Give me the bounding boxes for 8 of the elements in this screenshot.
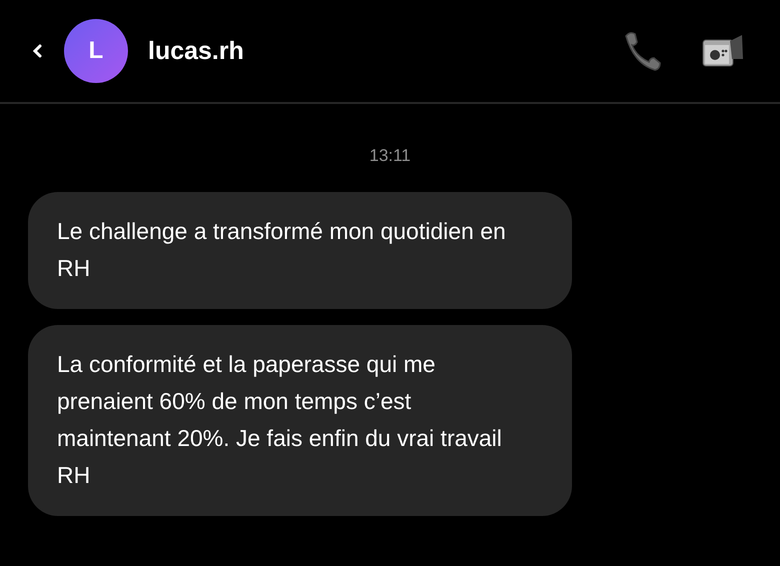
video-camera-icon[interactable] — [702, 33, 744, 69]
avatar: L — [64, 19, 128, 83]
timestamp: 13:11 — [368, 146, 412, 166]
back-icon[interactable] — [32, 44, 42, 58]
message-bubble: La conformité et la paperasse qui me prenaient 60% de mon temps c’est maintenant 20%. Je fais enfin du vrai travail RH — [28, 325, 572, 516]
phone-icon[interactable] — [622, 30, 664, 72]
contact-name: lucas.rh — [148, 36, 244, 66]
message-bubble: Le challenge a transformé mon quotidien en RH — [28, 192, 572, 309]
